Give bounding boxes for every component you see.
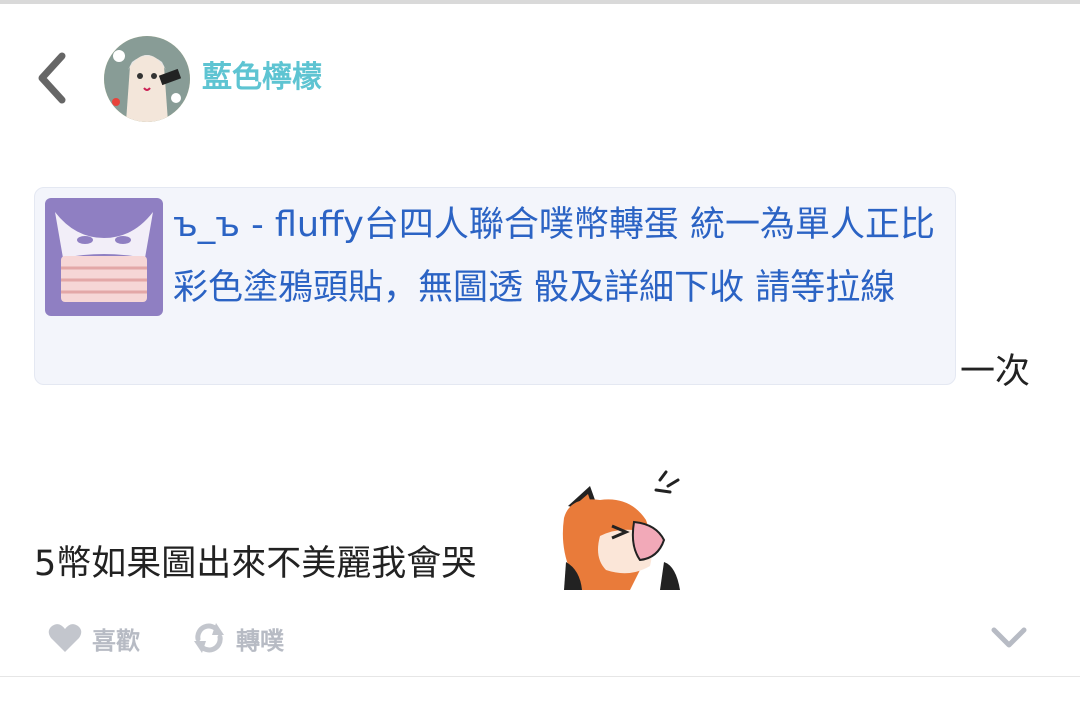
fox-crying-sticker (560, 466, 690, 590)
replurk-icon (194, 623, 224, 653)
chevron-left-icon (38, 52, 66, 104)
avatar[interactable] (104, 36, 190, 122)
link-title[interactable]: ъ_ъ - fluffy台四人聯合噗幣轉蛋 統一為單人正比彩色塗鴉頭貼，無圖透 … (173, 194, 943, 320)
link-thumbnail (45, 198, 163, 316)
post-body-text: 5幣如果圖出來不美麗我會哭 (34, 544, 477, 584)
chevron-down-icon (991, 627, 1027, 648)
username[interactable]: 藍色檸檬 (202, 56, 322, 100)
back-button[interactable] (30, 48, 78, 108)
replurk-label: 轉噗 (236, 626, 284, 655)
like-button[interactable]: 喜歡 (48, 616, 140, 660)
inline-text: 一次 (960, 352, 1031, 392)
heart-icon (48, 624, 82, 652)
bottom-divider (0, 676, 1080, 677)
link-card[interactable]: ъ_ъ - fluffy台四人聯合噗幣轉蛋 統一為單人正比彩色塗鴉頭貼，無圖透 … (34, 187, 956, 385)
top-border (0, 0, 1080, 4)
like-label: 喜歡 (92, 626, 140, 655)
expand-button[interactable] (988, 620, 1030, 656)
replurk-button[interactable]: 轉噗 (192, 616, 284, 660)
